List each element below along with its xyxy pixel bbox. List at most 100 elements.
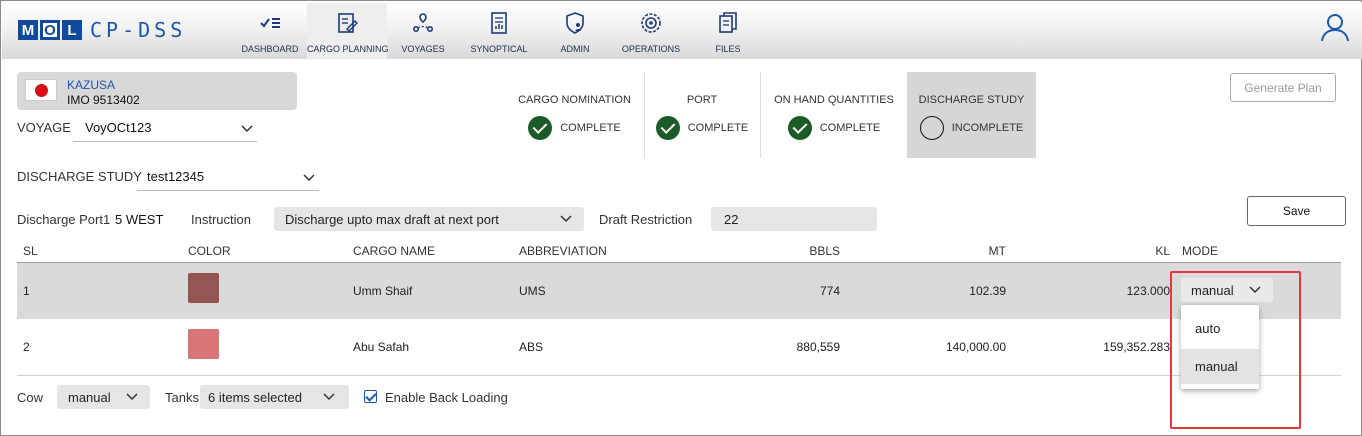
tanks-value: 6 items selected [208,390,302,405]
synoptical-doc-icon [491,12,507,34]
nav-operations[interactable]: OPERATIONS [618,3,684,59]
cow-select[interactable]: manual [57,385,150,409]
cell-abbreviation: ABS [519,340,544,354]
admin-shield-icon [566,12,584,34]
nav-label: DASHBOARD [241,44,299,54]
step-title: PORT [686,94,718,106]
discharge-port-value: 5 WEST [115,212,164,227]
chevron-down-icon [323,393,335,401]
save-button[interactable]: Save [1247,196,1346,226]
check-complete-icon [655,116,680,140]
enable-back-loading-label: Enable Back Loading [385,390,508,405]
cargo-planning-icon [338,13,358,33]
cell-abbreviation: UMS [519,284,546,298]
discharge-study-value: test12345 [147,169,205,184]
chevron-down-icon [560,215,572,223]
cargo-color-swatch[interactable] [188,273,219,303]
voyage-value: VoyOCt123 [85,120,152,135]
cell-cargo-name: Umm Shaif [353,284,413,298]
generate-plan-button[interactable]: Generate Plan [1230,73,1336,102]
cell-kl: 159,352.283 [1103,340,1170,354]
cell-bbls: 774 [819,284,840,298]
files-icon [719,12,737,33]
app-name: CP-DSS [90,18,187,42]
nav-label: SYNOPTICAL [470,44,528,54]
column-header-color: COLOR [188,244,231,258]
dashboard-checklist-icon [260,18,280,28]
cell-sl: 2 [23,340,30,354]
app-frame: M O L CP-DSS DASHBOARD CARGO PLANNING VO… [0,0,1362,436]
discharge-study-select[interactable]: test12345 [137,163,319,191]
nav-cargo-planning[interactable]: CARGO PLANNING [307,3,389,59]
cell-mt: 140,000.00 [945,340,1006,354]
discharge-study-label: DISCHARGE STUDY [17,169,142,184]
step-title: DISCHARGE STUDY [918,94,1025,106]
chevron-down-icon [303,174,315,182]
column-header-cargo-name: CARGO NAME [353,244,436,258]
step-title: CARGO NOMINATION [518,94,631,106]
check-complete-icon [528,116,553,140]
nav-synoptical[interactable]: SYNOPTICAL [468,3,530,59]
incomplete-circle-icon [919,116,944,140]
table-header-divider [17,262,1341,263]
voyage-select[interactable]: VoyOCt123 [73,114,257,142]
vessel-name: KAZUSA [67,78,116,92]
nav-voyages[interactable]: VOYAGES [397,3,449,59]
step-status: COMPLETE [560,122,621,134]
draft-restriction-label: Draft Restriction [599,212,693,227]
operations-gear-icon [641,13,661,33]
nav-label: ADMIN [560,44,590,54]
tanks-multiselect[interactable]: 6 items selected [200,385,349,409]
nav-dashboard[interactable]: DASHBOARD [238,3,302,59]
draft-restriction-input[interactable]: 22 [711,207,877,231]
column-header-kl: KL [1155,244,1170,258]
cell-cargo-name: Abu Safah [353,340,410,354]
cow-value: manual [68,390,111,405]
top-navigation-bar: M O L CP-DSS DASHBOARD CARGO PLANNING VO… [2,2,1362,59]
voyages-route-icon [412,13,433,33]
cow-label: Cow [17,390,44,405]
column-header-bbls: BBLS [809,244,840,258]
step-discharge-study[interactable]: DISCHARGE STUDY INCOMPLETE [907,72,1036,158]
step-on-hand-quantities[interactable]: ON HAND QUANTITIES COMPLETE [761,72,907,158]
tanks-label: Tanks [165,390,199,405]
logo-letter-o: O [40,20,60,40]
vessel-card[interactable]: KAZUSA IMO 9513402 [17,72,297,110]
cell-kl: 123.000 [1126,284,1170,298]
japan-flag-icon [25,79,57,101]
highlight-annotation-box [1170,271,1301,429]
enable-back-loading-checkbox[interactable] [364,390,377,403]
step-status: INCOMPLETE [951,122,1024,134]
step-cargo-nomination[interactable]: CARGO NOMINATION COMPLETE [506,72,643,158]
cell-sl: 1 [23,284,30,298]
voyage-label: VOYAGE [17,120,71,135]
column-header-sl: SL [23,244,38,258]
logo-letter-l: L [62,20,82,40]
column-header-mode: MODE [1182,244,1218,258]
step-port[interactable]: PORT COMPLETE [645,72,759,158]
cargo-color-swatch[interactable] [188,329,219,359]
user-profile-icon[interactable] [1320,12,1350,42]
nav-admin[interactable]: ADMIN [550,3,600,59]
chevron-down-icon [126,393,138,401]
column-header-mt: MT [988,244,1006,258]
instruction-value: Discharge upto max draft at next port [285,212,499,227]
check-complete-icon [787,116,812,140]
step-title: ON HAND QUANTITIES [774,94,894,106]
vessel-imo: IMO 9513402 [67,93,140,107]
draft-restriction-value: 22 [724,212,739,227]
nav-files[interactable]: FILES [706,3,750,59]
logo-letter-m: M [18,20,38,40]
step-status: COMPLETE [819,122,881,134]
chevron-down-icon [241,125,253,133]
nav-label: OPERATIONS [621,44,681,54]
nav-label: CARGO PLANNING [307,44,389,54]
step-status: COMPLETE [687,122,749,134]
cell-bbls: 880,559 [796,340,840,354]
nav-label: FILES [715,44,741,54]
cell-mt: 102.39 [969,284,1006,298]
instruction-select[interactable]: Discharge upto max draft at next port [274,207,584,231]
discharge-port-label: Discharge Port1 [17,212,111,227]
mol-logo: M O L [18,20,84,40]
instruction-label: Instruction [191,212,251,227]
